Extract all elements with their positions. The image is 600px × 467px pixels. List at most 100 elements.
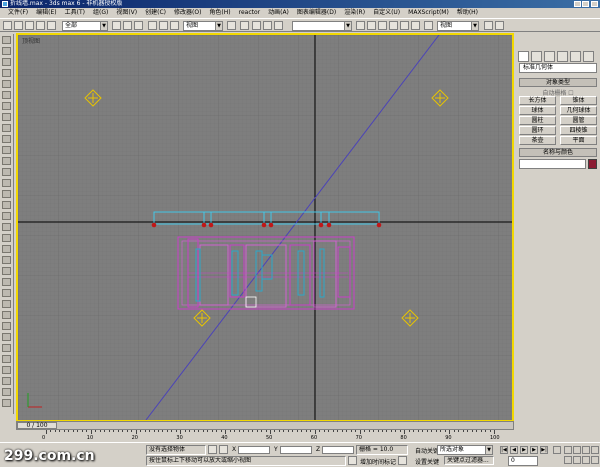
maximize-viewport-icon[interactable] [591, 456, 599, 464]
create-tab-icon[interactable] [518, 51, 529, 62]
undo-icon[interactable] [3, 21, 12, 30]
menu-item[interactable]: 工具(T) [65, 8, 85, 18]
named-selection-dropdown[interactable]: ▼ [292, 21, 352, 31]
time-slider[interactable]: 0 / 100 [16, 421, 514, 430]
left-tool-icon[interactable] [2, 388, 11, 396]
curve-editor-icon[interactable] [389, 21, 398, 30]
zoom-extents-all-icon[interactable] [591, 446, 599, 454]
menu-item[interactable]: 编辑(E) [36, 8, 56, 18]
pivot-center-icon[interactable] [227, 21, 236, 30]
layer-manager-icon[interactable] [378, 21, 387, 30]
utilities-tab-icon[interactable] [583, 51, 594, 62]
viewport-label[interactable]: 顶视图 [22, 36, 40, 45]
primitive-button[interactable]: 平面 [560, 136, 597, 145]
primitive-button[interactable]: 圆管 [560, 116, 597, 125]
display-tab-icon[interactable] [570, 51, 581, 62]
left-tool-icon[interactable] [2, 135, 11, 143]
left-tool-icon[interactable] [2, 201, 11, 209]
menu-item[interactable]: 动画(A) [268, 8, 289, 18]
left-tool-icon[interactable] [2, 377, 11, 385]
left-tool-icon[interactable] [2, 91, 11, 99]
left-tool-icon[interactable] [2, 168, 11, 176]
object-category-dropdown[interactable]: 标准几何体 [519, 63, 597, 73]
left-tool-icon[interactable] [2, 36, 11, 44]
menu-item[interactable]: reactor [239, 8, 261, 18]
left-tool-icon[interactable] [2, 102, 11, 110]
menu-item[interactable]: 自定义(U) [373, 8, 400, 18]
menu-item[interactable]: 渲染(R) [344, 8, 365, 18]
percent-snap-icon[interactable] [274, 21, 283, 30]
select-object-icon[interactable] [112, 21, 121, 30]
top-viewport[interactable]: 顶视图 [16, 33, 514, 422]
close-button[interactable] [591, 1, 598, 7]
key-filter-dropdown[interactable]: 所选对象 ▼ [437, 445, 493, 455]
left-tool-icon[interactable] [2, 366, 11, 374]
left-tool-icon[interactable] [2, 245, 11, 253]
primitive-button[interactable]: 茶壶 [519, 136, 556, 145]
left-tool-icon[interactable] [2, 289, 11, 297]
transform-mode-icon[interactable] [219, 445, 228, 454]
time-slider-thumb[interactable]: 0 / 100 [17, 422, 57, 429]
object-type-rollout[interactable]: 对象类型 [519, 78, 597, 87]
left-tool-icon[interactable] [2, 124, 11, 132]
prev-frame-icon[interactable]: ◀ [510, 446, 518, 454]
zoom-extents-icon[interactable] [582, 446, 590, 454]
goto-start-icon[interactable]: |◀ [500, 446, 508, 454]
menu-item[interactable]: 视图(V) [116, 8, 137, 18]
left-tool-icon[interactable] [2, 333, 11, 341]
selection-filter-dropdown[interactable]: 全部 ▼ [62, 21, 108, 31]
z-coordinate-input[interactable] [322, 446, 354, 454]
left-tool-icon[interactable] [2, 212, 11, 220]
left-tool-icon[interactable] [2, 69, 11, 77]
left-tool-icon[interactable] [2, 146, 11, 154]
set-key-button[interactable]: 设置关键 [415, 457, 439, 466]
left-tool-icon[interactable] [2, 256, 11, 264]
menu-item[interactable]: 组(G) [93, 8, 108, 18]
left-tool-icon[interactable] [2, 80, 11, 88]
menu-item[interactable]: 角色(H) [209, 8, 230, 18]
field-of-view-icon[interactable] [564, 456, 572, 464]
primitive-button[interactable]: 圆柱 [519, 116, 556, 125]
key-icon[interactable] [398, 456, 407, 465]
quick-render-icon[interactable] [484, 21, 493, 30]
arc-rotate-icon[interactable] [582, 456, 590, 464]
left-tool-icon[interactable] [2, 278, 11, 286]
bind-space-warp-icon[interactable] [47, 21, 56, 30]
scale-icon[interactable] [170, 21, 179, 30]
select-manipulate-icon[interactable] [240, 21, 249, 30]
left-tool-icon[interactable] [2, 58, 11, 66]
left-tool-icon[interactable] [2, 47, 11, 55]
menu-item[interactable]: 帮助(H) [457, 8, 478, 18]
track-bar[interactable]: 0 10 20 30 40 50 60 70 80 90 100 [16, 430, 514, 442]
mirror-icon[interactable] [356, 21, 365, 30]
render-type-dropdown[interactable]: 视图 ▼ [437, 21, 479, 31]
modify-tab-icon[interactable] [531, 51, 542, 62]
minimize-button[interactable] [574, 1, 581, 7]
menu-item[interactable]: 创建(C) [145, 8, 166, 18]
time-tag-icon[interactable] [348, 456, 357, 465]
goto-end-icon[interactable]: ▶| [540, 446, 548, 454]
menu-item[interactable]: 图表编辑器(D) [297, 8, 336, 18]
primitive-button[interactable]: 长方体 [519, 96, 556, 105]
active-shade-icon[interactable] [495, 21, 504, 30]
left-tool-icon[interactable] [2, 344, 11, 352]
redo-icon[interactable] [14, 21, 23, 30]
reference-coord-dropdown[interactable]: 视图 ▼ [183, 21, 223, 31]
left-tool-icon[interactable] [2, 311, 11, 319]
key-mode-icon[interactable] [553, 446, 561, 454]
select-link-icon[interactable] [25, 21, 34, 30]
left-tool-icon[interactable] [2, 157, 11, 165]
left-tool-icon[interactable] [2, 322, 11, 330]
key-filters-button[interactable]: 关键点过滤器... [444, 456, 494, 465]
angle-snap-icon[interactable] [263, 21, 272, 30]
move-icon[interactable] [148, 21, 157, 30]
schematic-view-icon[interactable] [400, 21, 409, 30]
add-time-tag-button[interactable]: 增加时间标记 [360, 457, 396, 466]
play-icon[interactable]: ▶ [520, 446, 528, 454]
left-tool-icon[interactable] [2, 399, 11, 407]
left-tool-icon[interactable] [2, 355, 11, 363]
left-tool-icon[interactable] [2, 223, 11, 231]
primitive-button[interactable]: 球体 [519, 106, 556, 115]
left-tool-icon[interactable] [2, 190, 11, 198]
x-coordinate-input[interactable] [238, 446, 270, 454]
